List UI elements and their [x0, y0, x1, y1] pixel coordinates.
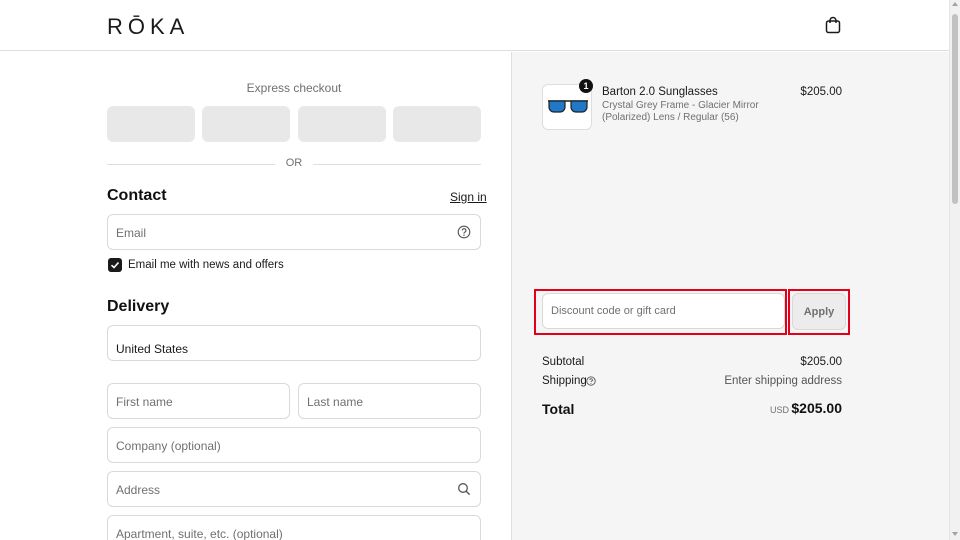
last-name-placeholder: Last name	[307, 395, 364, 409]
sign-in-link[interactable]: Sign in	[450, 190, 487, 204]
apartment-field[interactable]: Apartment, suite, etc. (optional)	[107, 515, 481, 540]
quantity-badge: 1	[579, 79, 593, 93]
scroll-up-arrow[interactable]	[952, 2, 958, 6]
total-currency: USD	[770, 405, 790, 415]
header: RŌKA	[0, 0, 949, 51]
discount-code-input[interactable]: Discount code or gift card	[542, 293, 785, 329]
total-value: $205.00	[791, 400, 842, 416]
first-name-field[interactable]: First name	[107, 383, 290, 419]
product-variant: Crystal Grey Frame - Glacier Mirror (Pol…	[602, 100, 759, 123]
scrollbar-thumb[interactable]	[952, 14, 958, 204]
newsletter-label[interactable]: Email me with news and offers	[128, 259, 284, 271]
shopping-bag-icon[interactable]	[824, 16, 842, 34]
email-field[interactable]: Email	[107, 214, 481, 250]
email-placeholder: Email	[116, 226, 147, 240]
newsletter-checkbox[interactable]	[108, 258, 122, 272]
search-icon	[458, 483, 471, 496]
scroll-down-arrow[interactable]	[952, 532, 958, 536]
product-name: Barton 2.0 Sunglasses	[602, 86, 718, 98]
address-placeholder: Address	[116, 483, 161, 497]
shipping-value: Enter shipping address	[724, 375, 842, 387]
express-pay-button-2[interactable]	[202, 106, 290, 142]
apply-button[interactable]: Apply	[792, 293, 846, 330]
or-divider: OR	[107, 157, 481, 171]
express-pay-button-3[interactable]	[298, 106, 386, 142]
help-circle-icon[interactable]	[457, 225, 471, 239]
express-pay-button-1[interactable]	[107, 106, 195, 142]
express-checkout-label: Express checkout	[246, 81, 342, 95]
country-select[interactable]: United States	[107, 325, 481, 361]
product-price: $205.00	[800, 86, 842, 98]
divider-line-right	[313, 164, 481, 165]
company-field[interactable]: Company (optional)	[107, 427, 481, 463]
shipping-help-icon[interactable]	[586, 376, 596, 386]
roka-logo[interactable]: RŌKA	[107, 14, 189, 40]
last-name-field[interactable]: Last name	[298, 383, 481, 419]
country-value: United States	[116, 342, 189, 356]
express-pay-button-4[interactable]	[393, 106, 481, 142]
total-label: Total	[542, 401, 575, 417]
discount-placeholder: Discount code or gift card	[551, 305, 676, 317]
page-scrollbar[interactable]	[949, 0, 960, 540]
company-placeholder: Company (optional)	[116, 439, 221, 453]
subtotal-label: Subtotal	[542, 356, 585, 368]
first-name-placeholder: First name	[116, 395, 173, 409]
contact-heading: Contact	[107, 187, 167, 204]
address-field[interactable]: Address	[107, 471, 481, 507]
checkmark-icon	[110, 261, 120, 269]
or-text: OR	[285, 157, 303, 169]
shipping-label: Shipping	[542, 375, 587, 387]
subtotal-value: $205.00	[800, 356, 842, 368]
delivery-heading: Delivery	[107, 298, 170, 315]
apartment-placeholder: Apartment, suite, etc. (optional)	[116, 527, 283, 540]
